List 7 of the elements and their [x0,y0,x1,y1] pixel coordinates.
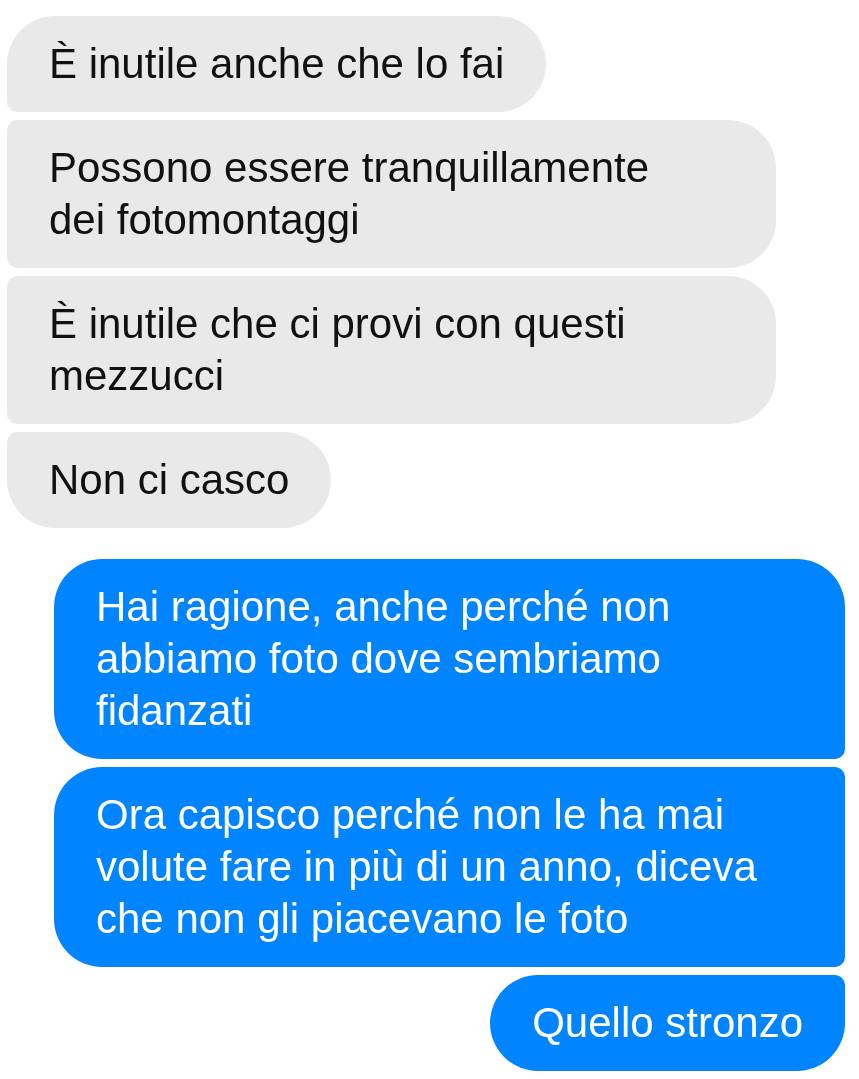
message-text: Ora capisco perché non le ha mai volute fare in più di un anno, diceva che non gli piacevano le foto [96,790,758,944]
message-text: È inutile che ci provi con questi mezzucci [49,299,627,401]
message-text: Hai ragione, anche perché non abbiamo foto dove sembriamo fidanzati [96,582,672,736]
message-text: È inutile anche che lo fai [49,39,505,89]
message-text: Possono essere tranquillamente dei fotomontaggi [49,143,651,245]
message-text: Quello stronzo [532,998,803,1048]
message-text: Non ci casco [49,455,290,505]
